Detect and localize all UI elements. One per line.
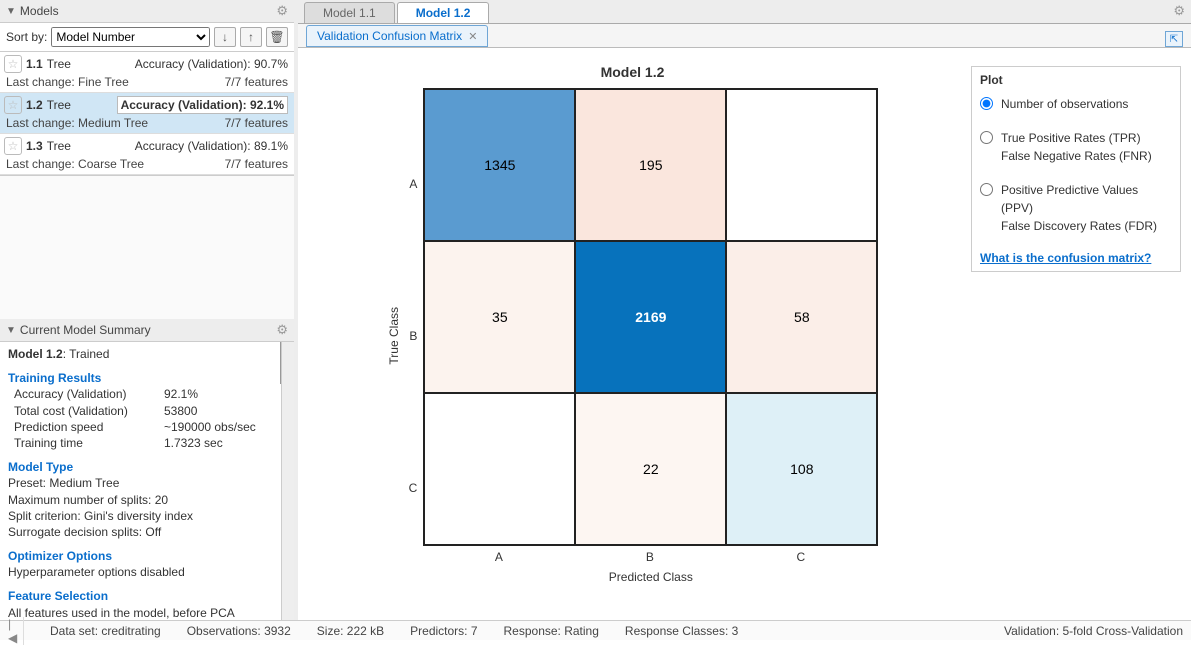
chart-title: Model 1.2 [601,64,665,80]
star-icon[interactable]: ☆ [4,96,22,114]
model-id: 1.1 [26,57,43,71]
confusion-matrix: 13451953521695822108 [423,88,878,546]
model-tabbar: Model 1.1 Model 1.2 ⚙ [298,0,1191,24]
status-dataset: Data set: creditrating [50,624,161,638]
status-observations: Observations: 3932 [187,624,291,638]
matrix-cell: 35 [424,241,575,393]
tab-model-1-1[interactable]: Model 1.1 [304,2,395,23]
models-list: ☆ 1.1 Tree Accuracy (Validation): 90.7% … [0,52,294,176]
y-tick: C [409,412,418,564]
matrix-cell: 58 [726,241,877,393]
x-tick: B [574,550,725,564]
plot-tabbar: Validation Confusion Matrix ✕ ⇱ [298,24,1191,48]
model-features: 7/7 features [225,75,288,89]
status-bar: |◀ Data set: creditrating Observations: … [0,620,1191,640]
radio-ppv-fdr[interactable] [980,183,993,196]
gear-icon[interactable]: ⚙ [276,3,288,19]
sort-down-button[interactable]: ↓ [214,27,236,47]
model-id: 1.3 [26,139,43,153]
sort-up-button[interactable]: ↑ [240,27,262,47]
summary-body: Model 1.2: Trained Training Results Accu… [0,342,294,620]
model-last-change: Last change: Coarse Tree [6,157,225,171]
matrix-cell: 108 [726,393,877,545]
plot-options-panel: Plot Number of observations True Positiv… [971,66,1181,272]
feature-selection-header: Feature Selection [8,588,286,604]
model-accuracy: Accuracy (Validation): 92.1% [117,96,288,114]
x-tick: C [725,550,876,564]
model-id: 1.2 [26,98,43,112]
status-response-classes: Response Classes: 3 [625,624,738,638]
model-last-change: Last change: Medium Tree [6,116,225,130]
matrix-cell: 1345 [424,89,575,241]
matrix-cell [424,393,575,545]
tab-confusion-matrix[interactable]: Validation Confusion Matrix ✕ [306,25,488,47]
sort-label: Sort by: [6,30,47,44]
gear-icon[interactable]: ⚙ [1173,3,1185,19]
y-tick: A [409,108,418,260]
y-axis-label: True Class [387,307,401,365]
optimizer-options-header: Optimizer Options [8,548,286,564]
models-blank-area [0,176,294,319]
sort-select[interactable]: Model Number [51,27,210,47]
y-tick: B [409,260,418,412]
x-tick: A [423,550,574,564]
model-item[interactable]: ☆ 1.2 Tree Accuracy (Validation): 92.1% … [0,93,294,134]
tab-model-1-2[interactable]: Model 1.2 [397,2,490,23]
status-predictors: Predictors: 7 [410,624,477,638]
matrix-cell: 2169 [575,241,726,393]
collapse-icon: ▼ [6,6,16,17]
matrix-cell [726,89,877,241]
model-type: Tree [47,139,71,153]
popout-icon[interactable]: ⇱ [1165,31,1183,47]
summary-panel-header[interactable]: ▼ Current Model Summary ⚙ [0,319,294,342]
model-item[interactable]: ☆ 1.3 Tree Accuracy (Validation): 89.1% … [0,134,294,175]
model-features: 7/7 features [225,157,288,171]
model-accuracy: Accuracy (Validation): 90.7% [135,57,288,71]
matrix-cell: 195 [575,89,726,241]
collapse-icon: ▼ [6,325,16,336]
summary-model-name: Model 1.2: Trained [8,346,286,362]
statusbar-back-icon[interactable]: |◀ [8,617,24,645]
delete-button[interactable]: 🗑 [266,27,288,47]
status-response: Response: Rating [504,624,599,638]
radio-tpr-fnr[interactable] [980,131,993,144]
gear-icon[interactable]: ⚙ [276,322,288,338]
model-last-change: Last change: Fine Tree [6,75,225,89]
training-results-header: Training Results [8,370,286,386]
star-icon[interactable]: ☆ [4,137,22,155]
models-panel-header[interactable]: ▼ Models ⚙ [0,0,294,23]
status-validation: Validation: 5-fold Cross-Validation [1004,624,1183,638]
model-features: 7/7 features [225,116,288,130]
model-type: Tree [47,98,71,112]
models-panel-title: Models [20,4,276,18]
close-icon[interactable]: ✕ [468,30,477,43]
status-size: Size: 222 kB [317,624,384,638]
model-accuracy: Accuracy (Validation): 89.1% [135,139,288,153]
radio-number-observations[interactable] [980,97,993,110]
summary-panel-title: Current Model Summary [20,323,276,337]
model-type: Tree [47,57,71,71]
x-axis-label: Predicted Class [423,570,878,584]
plot-options-header: Plot [980,73,1172,87]
model-type-header: Model Type [8,459,286,475]
model-item[interactable]: ☆ 1.1 Tree Accuracy (Validation): 90.7% … [0,52,294,93]
help-link-confusion-matrix[interactable]: What is the confusion matrix? [980,251,1172,265]
matrix-cell: 22 [575,393,726,545]
star-icon[interactable]: ☆ [4,55,22,73]
